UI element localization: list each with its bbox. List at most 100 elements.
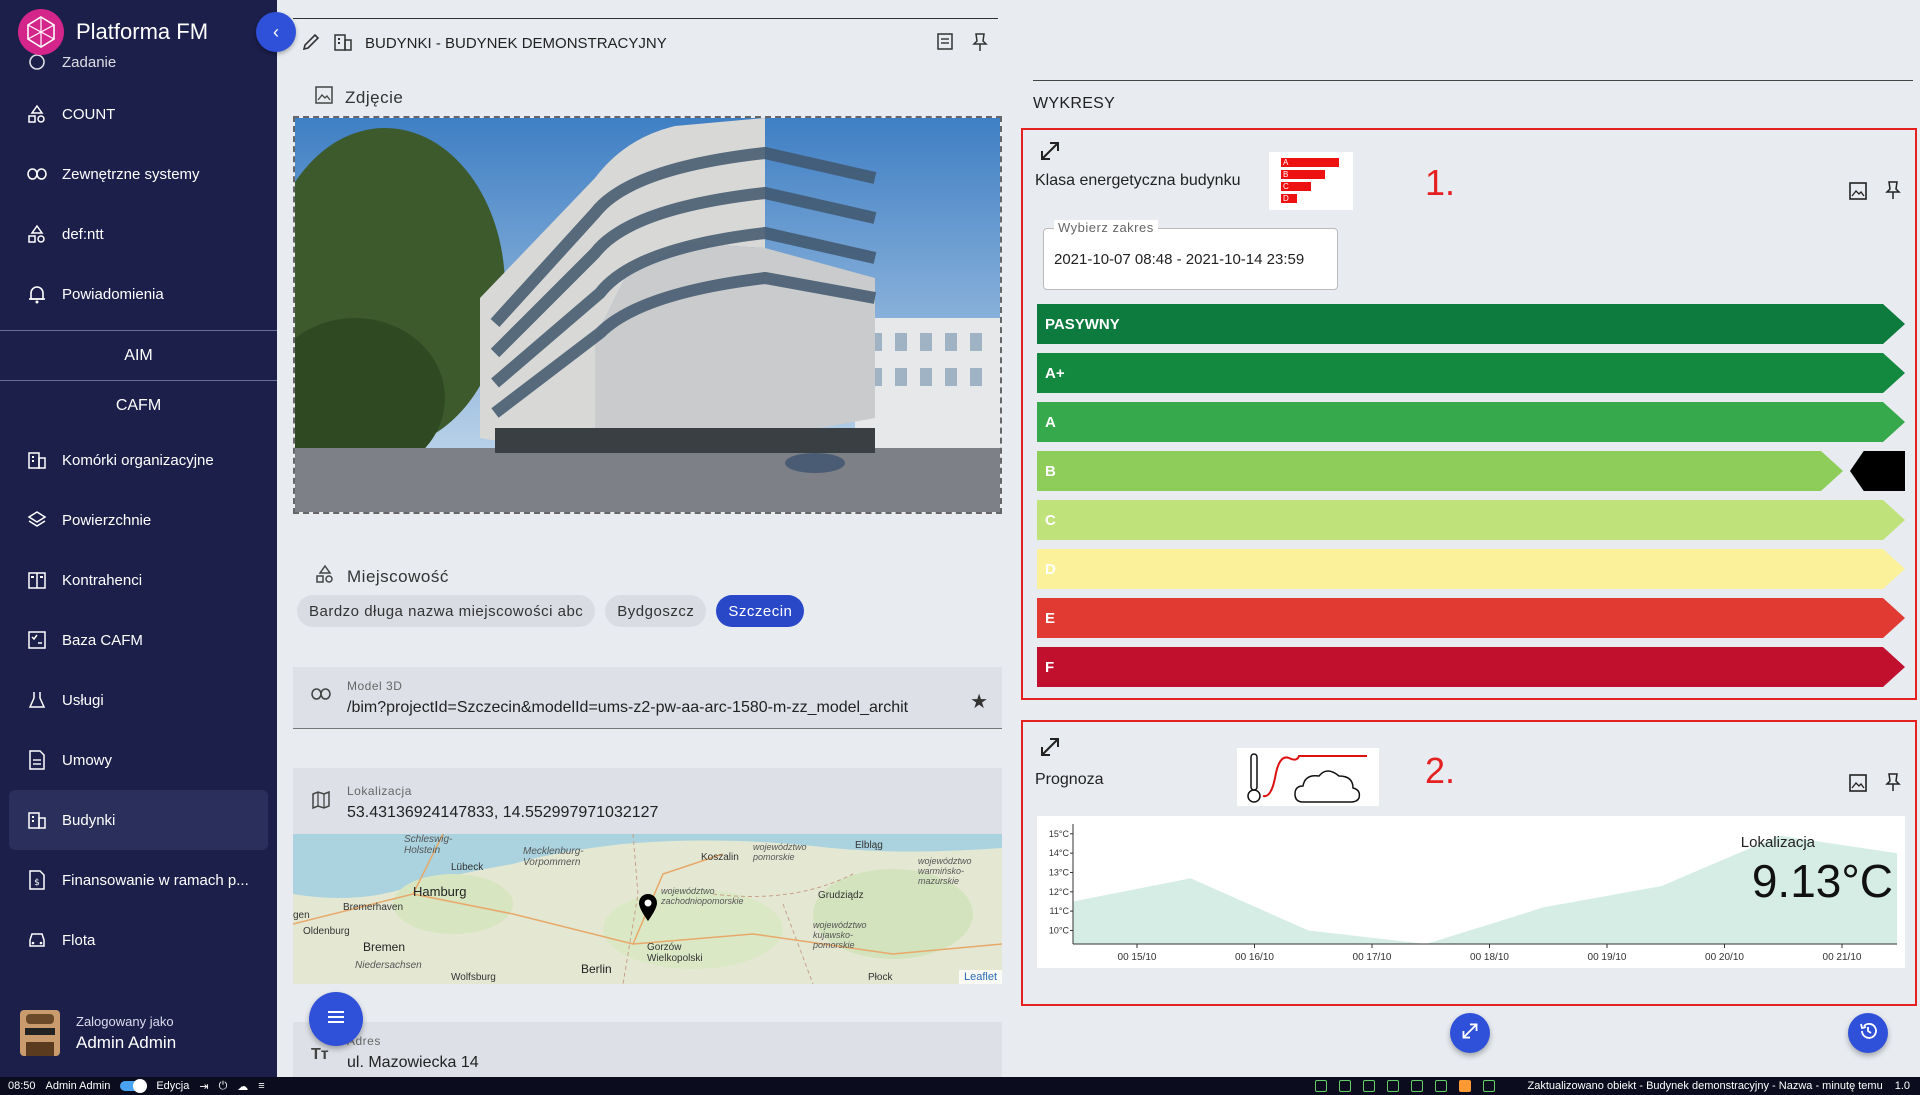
sidebar-item-uslugi[interactable]: Usługi [0,670,277,730]
forecast-chart[interactable]: 15°C 14°C 13°C 12°C 11°C 10°C 00 15/10 00 16/10… [1037,816,1905,968]
city-chip-selected[interactable]: Szczecin [716,595,805,627]
y-tick-label: 12°C [1049,887,1070,897]
sidebar-item-powierzchnie[interactable]: Powierzchnie [0,490,277,550]
status-module-icon[interactable] [1339,1080,1352,1092]
forecast-temperature: 9.13°C [1751,855,1893,907]
sidebar-item-zewnetrzne-systemy[interactable]: Zewnętrzne systemy [0,144,277,204]
map-label: Hamburg [413,884,467,899]
chevron-left-icon: ‹ [273,21,279,42]
energy-class-row: F [1037,647,1905,687]
energy-class-label: B [1045,462,1056,480]
map-label: Płock [868,972,893,983]
sidebar-item-kontrahenci[interactable]: Kontrahenci [0,550,277,610]
forecast-location-label: Lokalizacja [1740,834,1815,851]
report-icon[interactable] [936,32,954,56]
collapse-sidebar-button[interactable]: ‹ [256,12,296,52]
status-warning-icon[interactable] [1459,1080,1472,1092]
status-message: Zaktualizowano obiekt - Budynek demonstr… [1527,1080,1883,1092]
sidebar-item-label: Finansowanie w ramach p... [62,871,249,889]
user-caption: Zalogowany jako [76,1013,174,1029]
office-icon [26,569,48,591]
building-icon [26,449,48,471]
model3d-field[interactable]: Model 3D /bim?projectId=Szczecin&modelId… [293,667,1002,729]
sidebar-item-count[interactable]: COUNT [0,84,277,144]
charts-section-title: WYKRESY [1033,80,1913,113]
thumb-bar: C [1281,182,1311,191]
history-button[interactable] [1848,1013,1888,1053]
date-range-field[interactable]: Wybierz zakres 2021-10-07 08:48 - 2021-1… [1043,220,1338,290]
status-module-icon[interactable] [1483,1080,1496,1092]
building-photo[interactable] [293,116,1002,514]
sidebar-item-umowy[interactable]: Umowy [0,730,277,790]
energy-class-row: A [1037,402,1905,442]
document-icon [26,749,48,771]
star-icon[interactable]: ★ [970,689,988,714]
sidebar-nav: Zadanie COUNT Zewnętrzne systemy def:ntt… [0,40,277,970]
money-icon: $ [26,869,48,891]
shapes-icon [26,223,48,245]
weather-thumbnail[interactable] [1237,748,1379,806]
edit-icon[interactable] [301,32,321,56]
section-aim[interactable]: AIM [0,330,277,380]
pin-icon[interactable] [1885,180,1901,205]
link-icon [311,687,333,709]
map-marker-icon[interactable] [637,892,659,927]
image-icon[interactable] [1849,774,1867,797]
status-module-icon[interactable] [1363,1080,1376,1092]
logout-icon[interactable]: ⇥ [199,1080,208,1093]
map-label: Gorzów Wielkopolski [647,942,703,964]
edit-mode-toggle[interactable] [120,1079,148,1094]
status-module-icon[interactable] [1387,1080,1400,1092]
sidebar-item-powiadomienia[interactable]: Powiadomienia [0,264,277,324]
energy-class-row: D [1037,549,1905,589]
menu-fab-button[interactable] [309,992,363,1046]
sidebar-item-komorki[interactable]: Komórki organizacyjne [0,430,277,490]
expand-all-button[interactable] [1450,1013,1490,1053]
energy-class-bar: F [1037,647,1905,687]
location-field[interactable]: Lokalizacja 53.43136924147833, 14.552997… [293,768,1002,834]
section-cafm[interactable]: CAFM [0,380,277,430]
pin-icon[interactable] [972,32,988,56]
address-field[interactable]: Tт Adres ul. Mazowiecka 14 [293,1022,1002,1077]
avatar [20,1010,60,1056]
status-module-icon[interactable] [1411,1080,1424,1092]
power-icon[interactable]: ⏻ [219,1080,228,1093]
x-tick-label: 00 15/10 [1118,952,1157,963]
sidebar-item-flota[interactable]: Flota [0,910,277,970]
map-label: województwo zachodniopomorskie [661,886,744,906]
map-label: województwo pomorskie [753,842,807,862]
energy-class-row: B [1037,451,1905,491]
menu-icon[interactable]: ≡ [258,1080,264,1092]
charts-panel: WYKRESY Klasa energetyczna budynku A B C… [1017,0,1920,1077]
location-map[interactable]: Schleswig-Holstein Lübeck Mecklenburg-Vo… [293,834,1002,984]
status-module-icon[interactable] [1435,1080,1448,1092]
sidebar-item-label: Budynki [62,811,116,829]
pin-icon[interactable] [1885,772,1901,797]
map-icon [311,790,333,812]
sidebar-item-finansowanie[interactable]: $ Finansowanie w ramach p... [0,850,277,910]
energy-thumbnail[interactable]: A B C D [1269,152,1353,210]
sidebar-item-baza-cafm[interactable]: Baza CAFM [0,610,277,670]
city-chip[interactable]: Bydgoszcz [605,595,707,627]
sidebar-item-label: Umowy [62,751,113,769]
image-icon[interactable] [1849,182,1867,205]
city-chip[interactable]: Bardzo długa nazwa miejscowości abc [297,595,596,627]
cloud-icon[interactable]: ☁ [237,1080,248,1093]
map-label: Bremen [363,940,406,954]
expand-icon[interactable] [1039,140,1061,167]
map-attribution[interactable]: Leaflet [958,970,1002,984]
user-panel[interactable]: Zalogowany jako Admin Admin [20,1010,176,1056]
brand[interactable]: Platforma FM [18,8,208,56]
annotation-number: 1. [1425,162,1456,203]
sidebar-item-budynki[interactable]: Budynki [9,790,268,850]
forecast-card-title: Prognoza [1035,771,1104,788]
energy-class-row: A+ [1037,353,1905,393]
expand-icon[interactable] [1039,736,1061,763]
energy-class-bar: A+ [1037,353,1905,393]
sidebar-item-label: def:ntt [62,225,104,243]
bell-icon [26,283,48,305]
sidebar-item-defntt[interactable]: def:ntt [0,204,277,264]
x-tick-label: 00 20/10 [1705,952,1744,963]
thumb-bar: B [1281,170,1325,179]
status-module-icon[interactable] [1315,1080,1328,1092]
